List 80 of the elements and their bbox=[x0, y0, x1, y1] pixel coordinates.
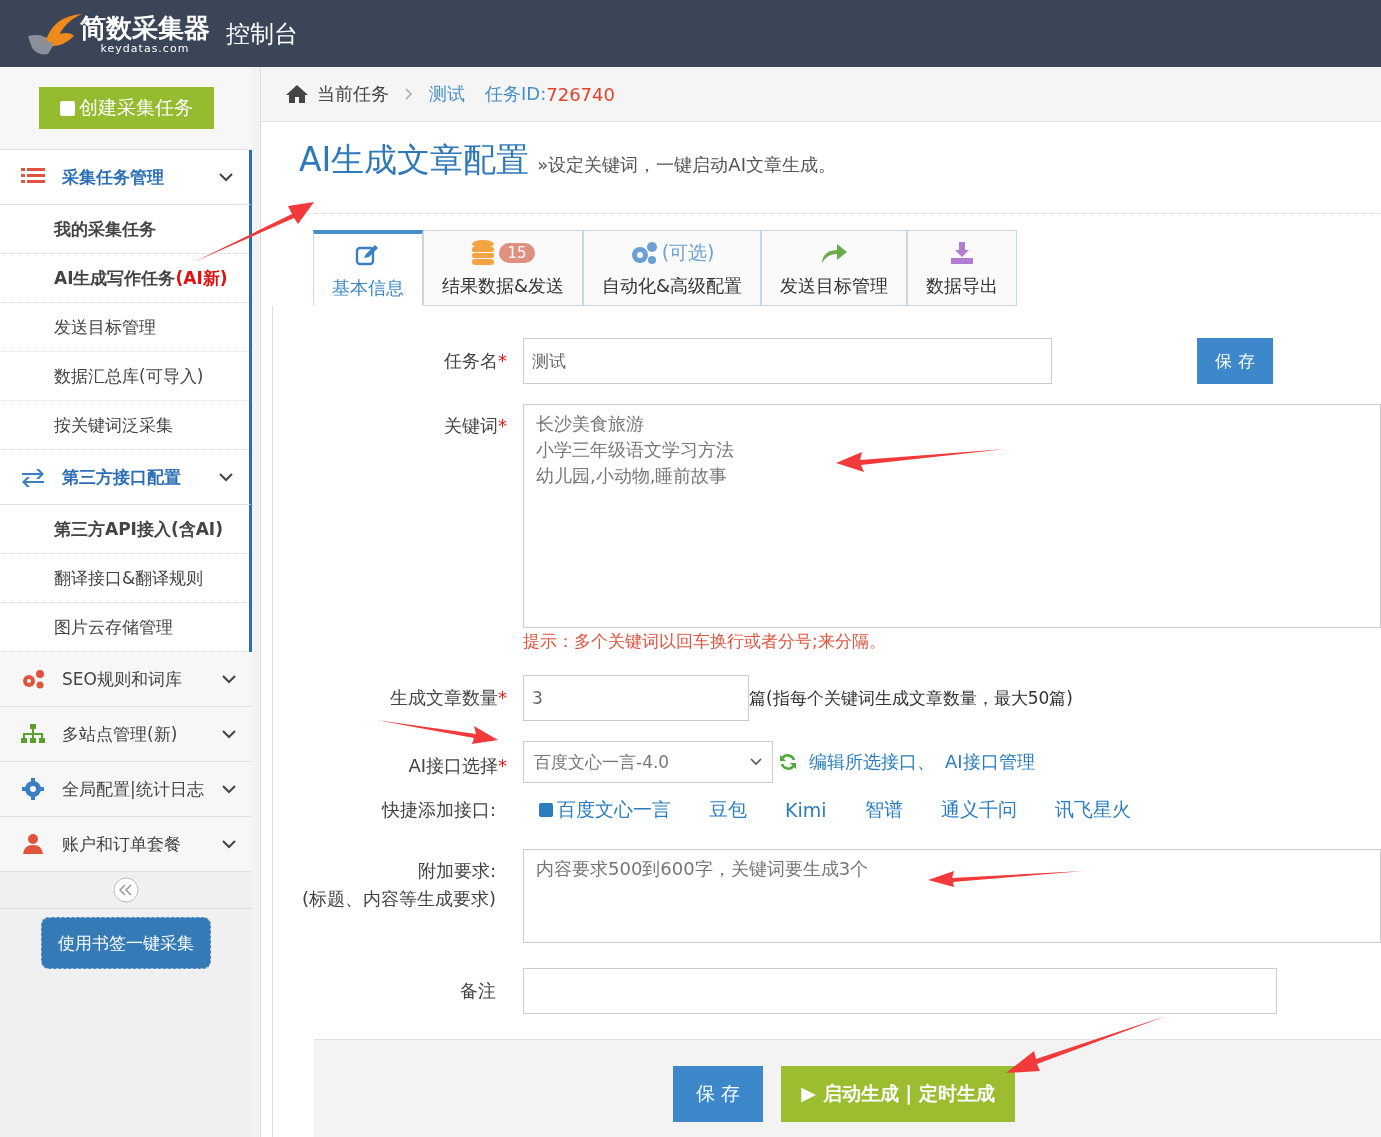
sidebar-item[interactable]: 第三方API接入(含AI) bbox=[0, 505, 249, 554]
field-label: 备注 bbox=[459, 979, 497, 1003]
page-title: AI生成文章配置 bbox=[299, 139, 530, 181]
tab-label: 发送目标管理 bbox=[780, 274, 889, 298]
breadcrumb-home[interactable]: 当前任务 bbox=[317, 82, 389, 106]
sidebar-group[interactable]: 第三方接口配置 bbox=[0, 450, 252, 505]
logo-name: 简数采集器 bbox=[80, 12, 210, 43]
refresh-icon[interactable] bbox=[779, 753, 797, 771]
sidebar-group[interactable]: 全局配置|统计日志 bbox=[0, 762, 252, 817]
tab[interactable]: 基本信息 bbox=[313, 230, 423, 306]
chevron-icon bbox=[219, 472, 233, 482]
sidebar-group[interactable]: 账户和订单套餐 bbox=[0, 817, 252, 872]
task-id-value: 726740 bbox=[546, 83, 615, 105]
field-note: (标题、内容等生成要求) bbox=[301, 887, 496, 911]
share-arrow-icon bbox=[820, 242, 849, 264]
sidebar-item[interactable]: AI生成写作任务(AI新) bbox=[0, 254, 249, 303]
sidebar-item[interactable]: 翻译接口&翻译规则 bbox=[0, 554, 249, 603]
api-select[interactable]: 百度文心一言-4.0 bbox=[523, 741, 773, 783]
field-label: AI接口选择* bbox=[407, 754, 508, 778]
save-button[interactable]: 保 存 bbox=[1197, 338, 1273, 384]
sidebar-item[interactable]: 数据汇总库(可导入) bbox=[0, 352, 249, 401]
chevron-icon bbox=[219, 172, 233, 182]
tab[interactable]: (可选) 自动化&高级配置 bbox=[583, 230, 762, 306]
quick-add-link[interactable]: Kimi bbox=[785, 797, 827, 823]
gears-icon bbox=[629, 241, 658, 265]
console-title: 控制台 bbox=[226, 18, 298, 50]
logo-domain: keydatas.com bbox=[100, 42, 190, 55]
api-link[interactable]: AI接口管理 bbox=[945, 750, 1035, 774]
requirements-textarea[interactable]: 内容要求500到600字，关键词要生成3个 bbox=[523, 849, 1381, 943]
home-icon[interactable] bbox=[285, 84, 309, 104]
chevron-icon bbox=[222, 784, 236, 794]
breadcrumb-task[interactable]: 测试 bbox=[429, 82, 465, 106]
field-label: 生成文章数量* bbox=[389, 686, 508, 710]
keywords-textarea[interactable]: 长沙美食旅游 小学三年级语文学习方法 幼儿园,小动物,睡前故事 bbox=[523, 404, 1381, 628]
tab-label: 结果数据&发送 bbox=[442, 274, 565, 298]
bookmark-button[interactable]: 使用书签一键采集 bbox=[41, 917, 211, 969]
sidebar-group[interactable]: 采集任务管理 bbox=[0, 150, 252, 205]
article-count-input[interactable]: 3 bbox=[523, 675, 749, 721]
swap-icon bbox=[20, 466, 46, 488]
chevron-icon bbox=[222, 839, 236, 849]
field-label: 附加要求: bbox=[417, 859, 496, 883]
quick-add-link[interactable]: 讯飞星火 bbox=[1054, 797, 1131, 823]
tab[interactable]: 15 结果数据&发送 bbox=[423, 230, 584, 306]
chevron-icon bbox=[222, 674, 236, 684]
sidebar-group[interactable]: SEO规则和词库 bbox=[0, 652, 252, 707]
tab-label: 数据导出 bbox=[926, 274, 999, 298]
remark-input[interactable] bbox=[523, 968, 1277, 1014]
quick-add-link[interactable]: 豆包 bbox=[709, 797, 747, 823]
tab[interactable]: 发送目标管理 bbox=[761, 230, 908, 306]
optional-note: (可选) bbox=[661, 240, 715, 265]
download-icon bbox=[950, 241, 975, 265]
gear-icon bbox=[20, 778, 46, 800]
field-label: 任务名* bbox=[443, 349, 508, 373]
field-label: 快捷添加接口: bbox=[380, 798, 497, 822]
tab-label: 基本信息 bbox=[332, 275, 404, 300]
tab[interactable]: 数据导出 bbox=[907, 230, 1018, 306]
database-icon bbox=[471, 240, 496, 266]
collapse-button[interactable] bbox=[113, 877, 139, 903]
tab-label: 自动化&高级配置 bbox=[602, 274, 743, 298]
quick-add-link[interactable]: 通义千问 bbox=[940, 797, 1017, 823]
chevron-icon bbox=[405, 88, 413, 100]
sitemap-icon bbox=[20, 723, 46, 745]
edit-icon bbox=[355, 243, 381, 266]
sidebar-item[interactable]: 发送目标管理 bbox=[0, 303, 249, 352]
count-badge: 15 bbox=[499, 243, 535, 263]
task-id-label: 任务ID: bbox=[485, 82, 547, 106]
chevron-icon bbox=[750, 758, 762, 766]
chevron-icon bbox=[222, 729, 236, 739]
page-subtitle: »设定关键词，一键启动AI文章生成。 bbox=[537, 153, 836, 177]
hint-text: 提示：多个关键词以回车换行或者分号;来分隔。 bbox=[523, 630, 887, 653]
field-label: 关键词* bbox=[443, 414, 508, 438]
user-icon bbox=[20, 833, 46, 855]
save-button[interactable]: 保 存 bbox=[673, 1066, 763, 1122]
gears-icon bbox=[20, 668, 46, 690]
quick-add-link[interactable]: 百度文心一言 bbox=[539, 797, 671, 823]
count-note: 篇(指每个关键词生成文章数量，最大50篇) bbox=[749, 687, 1073, 710]
api-link[interactable]: 编辑所选接口、 bbox=[809, 750, 935, 774]
task-name-input[interactable]: 测试 bbox=[523, 338, 1052, 384]
sidebar-group[interactable]: 多站点管理(新) bbox=[0, 707, 252, 762]
quick-add-link[interactable]: 智谱 bbox=[864, 797, 903, 823]
